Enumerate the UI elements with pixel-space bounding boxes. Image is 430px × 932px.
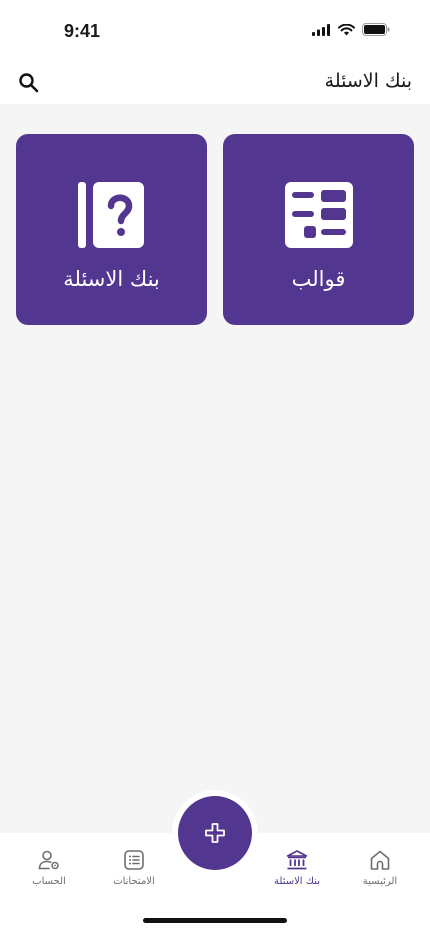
templates-icon — [284, 182, 353, 248]
battery-icon — [362, 23, 390, 36]
templates-card[interactable]: قوالب — [223, 134, 414, 325]
add-button[interactable] — [178, 796, 252, 870]
nav-item-question-bank[interactable]: بنك الاسئلة — [257, 848, 337, 887]
nav-label-home: الرئيسية — [362, 876, 398, 887]
nav-item-account[interactable]: الحساب — [9, 848, 89, 887]
question-book-icon — [77, 182, 144, 248]
nav-item-exams[interactable]: الامتحانات — [94, 848, 174, 887]
question-bank-card-label: بنك الاسئلة — [63, 267, 160, 291]
question-bank-card[interactable]: بنك الاسئلة — [16, 134, 207, 325]
app-header: بنك الاسئلة — [0, 62, 430, 104]
home-icon — [370, 850, 390, 870]
page-title: بنك الاسئلة — [324, 70, 412, 92]
nav-label-exams: الامتحانات — [113, 876, 155, 887]
status-time: 9:41 — [64, 21, 101, 41]
status-bar: 9:41 — [0, 0, 430, 62]
home-indicator — [143, 918, 287, 923]
cellular-signal-icon — [312, 23, 330, 36]
search-icon[interactable] — [17, 71, 41, 95]
nav-item-home[interactable]: الرئيسية — [340, 848, 420, 887]
templates-card-label: قوالب — [291, 267, 346, 291]
status-icons — [312, 23, 390, 36]
bank-icon — [286, 850, 308, 870]
list-icon — [124, 850, 144, 870]
user-settings-icon — [38, 850, 59, 870]
wifi-icon — [338, 23, 355, 35]
nav-label-question-bank: بنك الاسئلة — [274, 876, 320, 887]
nav-label-account: الحساب — [32, 876, 66, 887]
plus-icon — [205, 823, 225, 843]
